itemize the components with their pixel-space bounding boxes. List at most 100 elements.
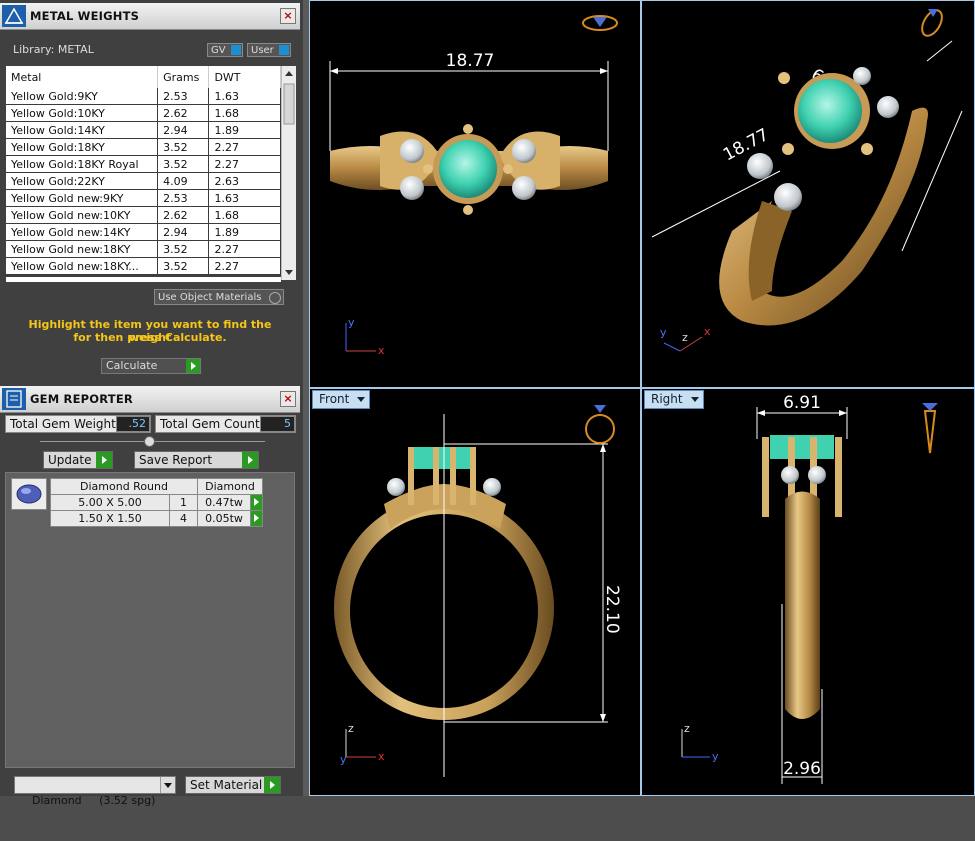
grams-cell: 3.52 bbox=[157, 240, 210, 258]
gv-toggle[interactable]: GV bbox=[207, 43, 243, 57]
dwt-cell: 1.68 bbox=[208, 206, 281, 224]
use-object-materials-toggle[interactable]: Use Object Materials bbox=[154, 289, 284, 305]
grams-cell: 3.52 bbox=[157, 257, 210, 275]
axis-y-label: y bbox=[660, 326, 667, 339]
ring-view-icon[interactable] bbox=[922, 403, 938, 454]
close-icon[interactable]: × bbox=[280, 391, 296, 407]
col-grams[interactable]: Grams bbox=[157, 66, 210, 88]
gem-header-shape: Diamond Round bbox=[50, 478, 198, 495]
grams-cell: 3.52 bbox=[157, 138, 210, 156]
top-dimension: 18.77 bbox=[446, 51, 495, 71]
calculate-label: Calculate bbox=[106, 359, 158, 372]
axis-x-label: x bbox=[704, 325, 711, 338]
play-icon bbox=[96, 452, 112, 468]
metal-name-cell: Yellow Gold new:18KY bbox=[6, 240, 159, 258]
metal-weights-title: METAL WEIGHTS bbox=[30, 9, 140, 23]
gem-count: 4 bbox=[169, 510, 198, 527]
top-view-render: 18.77 y x bbox=[329, 15, 618, 357]
splitter-handle[interactable] bbox=[144, 436, 155, 447]
left-panel: METAL WEIGHTS × Library: METAL GV User M… bbox=[0, 0, 303, 807]
metal-weights-icon bbox=[2, 5, 26, 27]
user-toggle[interactable]: User bbox=[247, 43, 291, 57]
gem-row-go-button[interactable] bbox=[250, 494, 263, 511]
table-row[interactable]: Yellow Gold new:9KY 2.53 1.63 bbox=[6, 189, 281, 207]
viewport-perspective[interactable]: 18.77 6.91 y z x bbox=[641, 0, 975, 388]
set-material-label: Set Material bbox=[190, 778, 263, 792]
dwt-cell: 1.63 bbox=[208, 88, 281, 105]
total-gem-count-label: Total Gem Count bbox=[160, 417, 260, 431]
table-row[interactable]: Yellow Gold:14KY 2.94 1.89 bbox=[6, 121, 281, 139]
gem-header-type: Diamond bbox=[197, 478, 263, 495]
gem-weight: 0.47tw bbox=[196, 494, 252, 511]
viewport-right-label[interactable]: Right bbox=[644, 390, 704, 409]
col-dwt[interactable]: DWT bbox=[208, 66, 281, 88]
metal-name-cell: Yellow Gold:18KY bbox=[6, 138, 159, 156]
axis-z-label: z bbox=[348, 722, 354, 735]
axis-y-label: y bbox=[348, 316, 355, 329]
metal-name-cell: Yellow Gold new:10KY bbox=[6, 206, 159, 224]
play-icon bbox=[242, 452, 258, 468]
library-label: Library: METAL bbox=[13, 43, 94, 56]
front-label: Front bbox=[319, 392, 350, 406]
right-dimension-bottom: 2.96 bbox=[783, 759, 821, 779]
viewport-right[interactable]: Right 6.91 2.96 z y bbox=[641, 388, 975, 796]
gem-size: 1.50 X 1.50 bbox=[49, 510, 171, 527]
material-select[interactable]: Diamond (3.52 spg) bbox=[14, 776, 176, 807]
calculate-button[interactable]: Calculate bbox=[101, 358, 201, 374]
viewport-top[interactable]: 18.77 y x bbox=[309, 0, 641, 388]
table-row[interactable]: Yellow Gold new:10KY 2.62 1.68 bbox=[6, 206, 281, 224]
ring-view-icon[interactable] bbox=[585, 405, 615, 444]
right-label: Right bbox=[651, 392, 683, 406]
table-row[interactable]: Yellow Gold:9KY 2.53 1.63 bbox=[6, 88, 281, 105]
radio-icon bbox=[269, 292, 281, 304]
metal-name-cell: Yellow Gold:22KY bbox=[6, 172, 159, 190]
axis-gizmo: z y x bbox=[340, 722, 385, 766]
update-button[interactable]: Update bbox=[43, 451, 113, 469]
table-row[interactable]: Yellow Gold:18KY Royal 3.52 2.27 bbox=[6, 155, 281, 173]
ring-view-icon[interactable] bbox=[582, 15, 618, 31]
metal-table-scrollbar[interactable] bbox=[281, 66, 296, 280]
table-row[interactable]: Yellow Gold new:18KY 3.52 2.27 bbox=[6, 240, 281, 258]
table-row[interactable]: Yellow Gold:22KY 4.09 2.63 bbox=[6, 172, 281, 190]
save-report-button[interactable]: Save Report bbox=[134, 451, 259, 469]
metal-name-cell: Yellow Gold new:18KY... bbox=[6, 257, 159, 275]
table-row[interactable]: Yellow Gold:18KY 3.52 2.27 bbox=[6, 138, 281, 156]
axis-y-label: y bbox=[712, 750, 719, 763]
right-view-render: 6.91 2.96 z y bbox=[681, 393, 938, 784]
diamond-thumbnail[interactable] bbox=[11, 478, 47, 510]
dwt-cell: 1.89 bbox=[208, 121, 281, 139]
metal-name-cell: Yellow Gold:18KY Royal bbox=[6, 155, 159, 173]
axis-gizmo: y z x bbox=[660, 325, 711, 352]
ring-view-icon[interactable] bbox=[918, 7, 946, 39]
axis-z-label: z bbox=[682, 331, 688, 344]
front-view-render: 22.10 z y x bbox=[334, 405, 622, 777]
col-metal[interactable]: Metal bbox=[6, 66, 159, 88]
total-gem-weight-value: .52 bbox=[116, 416, 150, 432]
axis-x-label: x bbox=[378, 344, 385, 357]
update-label: Update bbox=[48, 453, 92, 467]
gem-reporter-icon bbox=[2, 388, 26, 410]
grams-cell: 3.52 bbox=[157, 155, 210, 173]
gem-table: Diamond Round Diamond 5.00 X 5.00 1 0.47… bbox=[49, 478, 263, 527]
dwt-cell: 1.68 bbox=[208, 104, 281, 122]
gem-reporter-titlebar: GEM REPORTER × bbox=[0, 386, 300, 413]
dwt-cell: 1.63 bbox=[208, 189, 281, 207]
table-row[interactable]: Yellow Gold new:14KY 2.94 1.89 bbox=[6, 223, 281, 241]
gem-row-go-button[interactable] bbox=[250, 510, 263, 527]
chevron-down-icon bbox=[160, 777, 175, 793]
close-icon[interactable]: × bbox=[280, 8, 296, 24]
viewport-front-label[interactable]: Front bbox=[312, 390, 371, 409]
gem-size: 5.00 X 5.00 bbox=[49, 494, 171, 511]
play-icon bbox=[254, 498, 260, 506]
axis-y-label: y bbox=[340, 753, 347, 766]
set-material-button[interactable]: Set Material bbox=[185, 776, 281, 794]
gem-reporter-title: GEM REPORTER bbox=[30, 392, 133, 406]
metal-weights-titlebar: METAL WEIGHTS × bbox=[0, 3, 300, 30]
table-row[interactable]: Yellow Gold:10KY 2.62 1.68 bbox=[6, 104, 281, 122]
axis-gizmo: y x bbox=[345, 316, 385, 357]
axis-z-label: z bbox=[684, 722, 690, 735]
table-row[interactable]: Yellow Gold new:18KY... 3.52 2.27 bbox=[6, 257, 281, 275]
gem-row[interactable]: 5.00 X 5.00 1 0.47tw bbox=[49, 494, 263, 511]
viewport-front[interactable]: Front 22.10 z y x bbox=[309, 388, 641, 796]
gem-row[interactable]: 1.50 X 1.50 4 0.05tw bbox=[49, 510, 263, 527]
